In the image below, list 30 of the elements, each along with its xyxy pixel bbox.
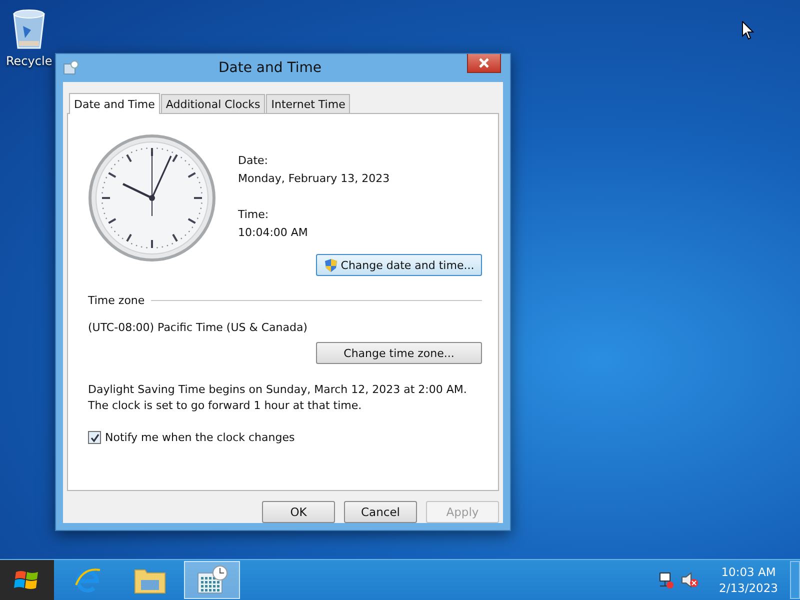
close-button[interactable] <box>467 54 501 73</box>
time-label: Time: <box>238 208 270 221</box>
close-icon <box>478 58 490 68</box>
desktop-icon-label[interactable]: Recycle <box>6 54 52 68</box>
recycle-bin-icon[interactable] <box>11 8 48 50</box>
window-title: Date and Time <box>218 60 322 76</box>
change-time-zone-button[interactable]: Change time zone... <box>316 342 482 364</box>
network-icon[interactable] <box>657 571 676 589</box>
windows-logo-icon <box>14 568 40 592</box>
taskbar-date[interactable]: 2/13/2023 <box>719 581 778 595</box>
checkbox-label: Notify me when the clock changes <box>105 431 295 444</box>
date-value: Monday, February 13, 2023 <box>238 172 390 185</box>
time-value: 10:04:00 AM <box>238 226 309 239</box>
time-zone-value: (UTC-08:00) Pacific Time (US & Canada) <box>88 321 308 334</box>
section-heading: Time zone <box>88 294 145 307</box>
tab[interactable]: Internet Time <box>266 94 350 113</box>
dialog-button[interactable]: Cancel <box>344 501 417 523</box>
daylight-saving-note: Daylight Saving Time begins on Sunday, March 12, 2023 at 2:00 AM. The clock is set to go forward 1 hour at that time. <box>88 382 468 414</box>
speaker-muted-icon[interactable] <box>681 571 700 589</box>
date-label: Date: <box>238 154 269 167</box>
checkbox[interactable] <box>88 431 101 444</box>
change-date-button[interactable]: Change date and time... <box>316 254 482 276</box>
start-button[interactable] <box>0 560 54 600</box>
tab[interactable]: Additional Clocks <box>160 94 266 113</box>
taskbar-time[interactable]: 10:03 AM <box>721 565 776 579</box>
mouse-pointer-icon <box>742 21 754 40</box>
shield-icon <box>324 258 338 272</box>
taskbar-button[interactable] <box>184 561 240 599</box>
tab[interactable]: Date and Time <box>69 93 160 114</box>
dialog-button[interactable]: OK <box>262 501 335 523</box>
